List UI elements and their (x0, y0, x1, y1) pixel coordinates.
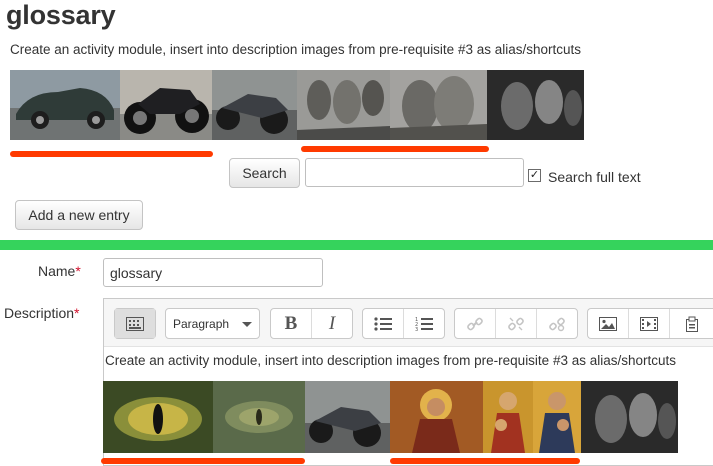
image-button[interactable] (588, 309, 629, 338)
show-more-icon (126, 316, 144, 331)
description-label: Description* (4, 305, 80, 321)
unlink-button[interactable] (496, 309, 537, 338)
madonna-icon-image-1 (483, 381, 533, 453)
search-button[interactable]: Search (229, 158, 300, 188)
search-full-text-label[interactable]: Search full text (548, 169, 641, 185)
highlight-underline-sculptures (301, 146, 489, 152)
separator-bar (0, 240, 713, 250)
required-marker: * (74, 305, 80, 321)
manage-links-icon (549, 317, 565, 331)
link-button[interactable] (455, 309, 496, 338)
page-title: glossary (6, 0, 116, 30)
toolbar-group-lists: 123 (362, 308, 445, 339)
search-input[interactable] (305, 158, 524, 187)
italic-button[interactable]: I (312, 309, 352, 338)
christ-mosaic-image (390, 381, 483, 453)
manage-links-button[interactable] (537, 309, 577, 338)
vintage-car-image (10, 70, 120, 140)
motorcycle-image (120, 70, 212, 140)
ordered-list-button[interactable]: 123 (404, 309, 444, 338)
unordered-list-button[interactable] (363, 309, 404, 338)
svg-text:3: 3 (415, 327, 418, 332)
toolbar-group-links (454, 308, 578, 339)
editor-toolbar: Paragraph B I 123 (104, 299, 713, 347)
unordered-list-icon (374, 316, 392, 331)
media-icon (640, 316, 658, 331)
name-input[interactable] (103, 258, 323, 287)
crocodile-skin-image (213, 381, 305, 453)
search-full-text-checkbox[interactable]: ✓ (528, 169, 541, 182)
unlink-icon (508, 317, 524, 330)
sculpture-relief-image-2 (390, 70, 487, 140)
name-label: Name* (38, 263, 81, 279)
ordered-list-icon: 123 (415, 317, 433, 332)
description-image-strip (103, 381, 678, 453)
trike-image (305, 381, 390, 453)
media-button[interactable] (629, 309, 670, 338)
toolbar-group-style: B I (270, 308, 353, 339)
intro-image-strip (10, 70, 584, 140)
add-new-entry-button[interactable]: Add a new entry (15, 200, 143, 230)
chevron-down-icon (242, 322, 252, 327)
sculpture-relief-image-3 (581, 381, 678, 453)
manage-files-button[interactable] (670, 309, 713, 338)
crocodile-eye-image (103, 381, 213, 453)
required-marker: * (75, 263, 81, 279)
sculpture-relief-image-1 (297, 70, 390, 140)
link-icon (467, 317, 483, 330)
paragraph-format-select[interactable]: Paragraph (165, 308, 260, 339)
editor-content-text[interactable]: Create an activity module, insert into d… (105, 353, 676, 368)
highlight-underline-icons (390, 458, 580, 464)
italic-icon: I (328, 312, 336, 334)
highlight-underline-cars (10, 151, 213, 157)
intro-text: Create an activity module, insert into d… (10, 42, 582, 57)
toolbar-group-media (587, 308, 713, 339)
show-more-button[interactable] (115, 309, 155, 338)
highlight-underline-crocodiles (101, 458, 305, 464)
trike-image (212, 70, 297, 140)
manage-files-icon (686, 316, 698, 332)
bold-icon: B (284, 312, 298, 334)
image-icon (599, 316, 617, 331)
sculpture-relief-image-3 (487, 70, 584, 140)
toolbar-group-collapse (114, 308, 156, 339)
madonna-icon-image-2 (533, 381, 581, 453)
bold-button[interactable]: B (271, 309, 312, 338)
